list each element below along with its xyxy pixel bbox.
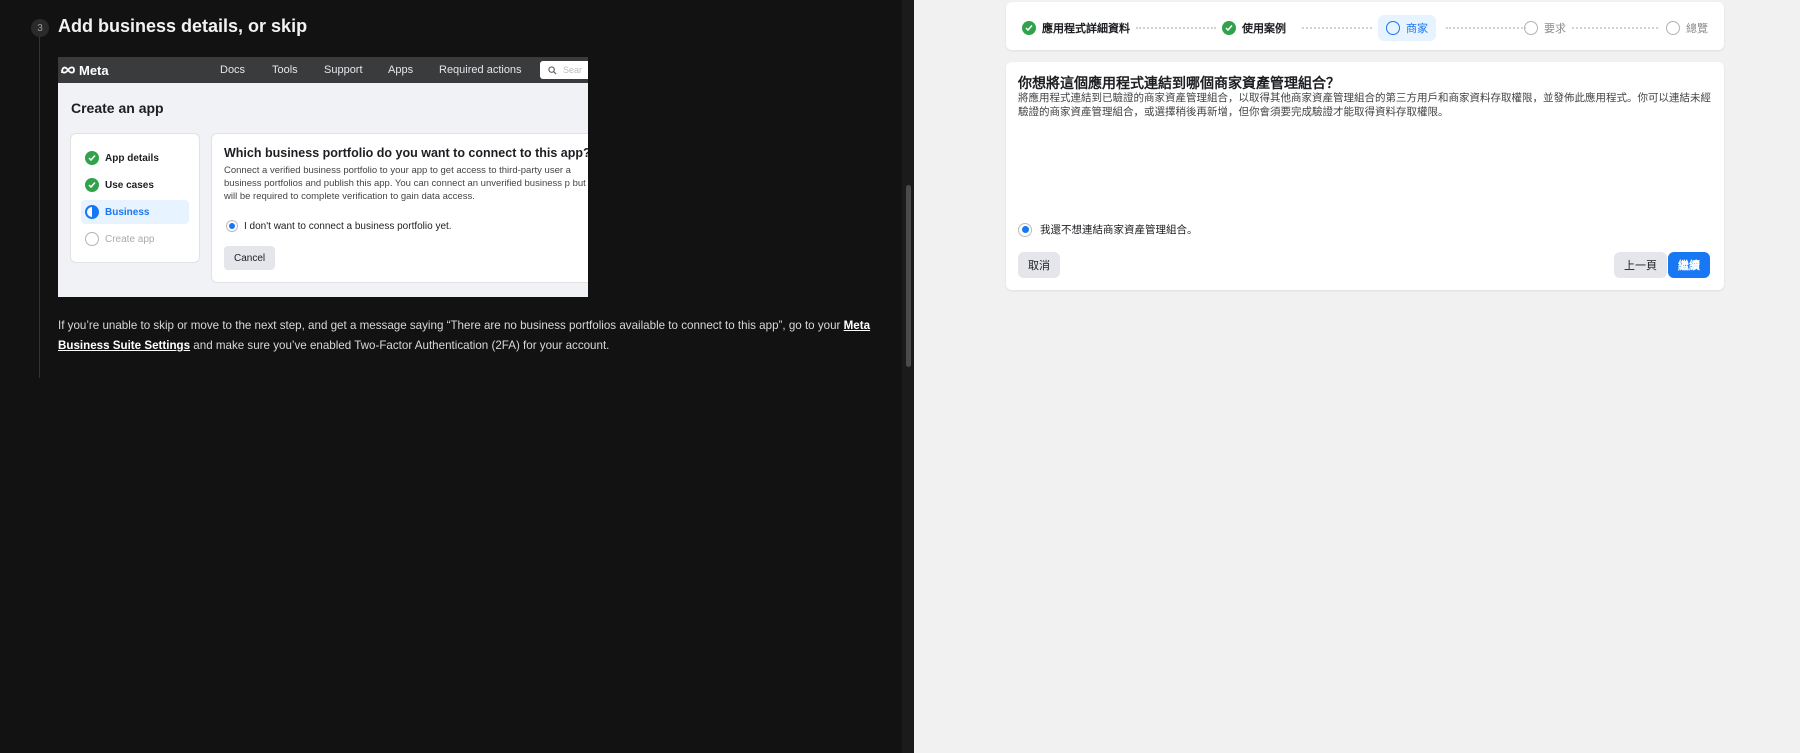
check-circle-icon [85, 178, 99, 192]
step-connector [1446, 27, 1526, 29]
help-text-after: and make sure you’ve enabled Two-Factor … [190, 339, 610, 352]
embedded-card-description: Connect a verified business portfolio to… [224, 165, 586, 202]
search-placeholder: Sear [563, 65, 583, 75]
empty-circle-icon [1666, 21, 1680, 35]
no-portfolio-radio[interactable]: 我還不想連結商家資產管理組合。 [1018, 222, 1198, 237]
back-button[interactable]: 上一頁 [1614, 252, 1667, 278]
docs-pane: 3 Add business details, or skip Meta Doc… [0, 0, 902, 753]
radio-label: I don't want to connect a business portf… [244, 220, 452, 232]
step-title: Add business details, or skip [58, 16, 308, 36]
sidebar-item-label: Use cases [105, 179, 154, 191]
wizard-step-label: 應用程式詳細資料 [1042, 23, 1130, 35]
wizard-step-business[interactable]: 商家 [1378, 15, 1436, 41]
cancel-button[interactable]: 取消 [1018, 252, 1060, 278]
embedded-business-card: Which business portfolio do you want to … [211, 133, 588, 283]
nav-tools[interactable]: Tools [272, 64, 298, 76]
pane-divider[interactable] [902, 0, 914, 753]
radio-selected-icon [226, 220, 238, 232]
meta-infinity-icon [61, 66, 75, 74]
wizard-step-label: 商家 [1406, 23, 1428, 35]
embedded-page-title: Create an app [71, 100, 164, 116]
sidebar-item-business[interactable]: Business [81, 200, 189, 224]
embedded-search-input[interactable]: Sear [540, 61, 588, 79]
nav-apps[interactable]: Apps [388, 64, 413, 76]
check-circle-icon [1022, 21, 1036, 35]
business-portfolio-card: 你想將這個應用程式連結到哪個商家資產管理組合？ 將應用程式連結到已驗證的商家資產… [1006, 62, 1724, 290]
form-description: 將應用程式連結到已驗證的商家資產管理組合，以取得其他商家資產管理組合的第三方用戶… [1018, 92, 1711, 118]
search-icon [548, 65, 557, 75]
nav-support[interactable]: Support [324, 64, 363, 76]
wizard-step-label: 使用案例 [1242, 23, 1286, 35]
help-paragraph: If you’re unable to skip or move to the … [58, 316, 873, 356]
docs-scrollbar-thumb[interactable] [906, 185, 911, 367]
app-creation-pane: 應用程式詳細資料 使用案例 商家 要求 總覽 你想將這個應用程式連結到哪個商家資… [914, 0, 1800, 753]
current-step-circle-icon [1386, 21, 1400, 35]
step-connector-line [39, 36, 40, 378]
nav-docs[interactable]: Docs [220, 64, 245, 76]
check-circle-icon [1222, 21, 1236, 35]
form-title: 你想將這個應用程式連結到哪個商家資產管理組合？ [1018, 75, 1340, 91]
wizard-step-label: 總覽 [1686, 23, 1708, 35]
sidebar-item-create-app[interactable]: Create app [81, 227, 189, 251]
sidebar-item-label: Create app [105, 233, 155, 245]
embedded-navbar: Meta Docs Tools Support Apps Required ac… [58, 57, 588, 83]
embedded-screenshot: Meta Docs Tools Support Apps Required ac… [58, 57, 588, 297]
embedded-no-portfolio-radio[interactable]: I don't want to connect a business portf… [226, 220, 452, 232]
step-connector [1136, 27, 1216, 29]
wizard-step-label: 要求 [1544, 23, 1566, 35]
sidebar-item-label: App details [105, 152, 159, 164]
wizard-step-overview[interactable]: 總覽 [1666, 16, 1708, 40]
embedded-steps-sidebar: App details Use cases Business Create ap… [70, 133, 200, 263]
wizard-progress-bar: 應用程式詳細資料 使用案例 商家 要求 總覽 [1006, 2, 1724, 50]
check-circle-icon [85, 151, 99, 165]
wizard-step-app-details[interactable]: 應用程式詳細資料 [1022, 16, 1130, 40]
embedded-cancel-button[interactable]: Cancel [224, 246, 276, 270]
step-connector [1572, 27, 1658, 29]
empty-circle-icon [85, 232, 99, 246]
half-circle-progress-icon [85, 205, 99, 219]
radio-selected-icon [1018, 222, 1032, 237]
wizard-step-requirements[interactable]: 要求 [1524, 16, 1566, 40]
empty-circle-icon [1524, 21, 1538, 35]
nav-required-actions[interactable]: Required actions [439, 64, 522, 76]
step-number-badge: 3 [31, 19, 49, 37]
embedded-card-title: Which business portfolio do you want to … [224, 146, 588, 160]
step-connector [1302, 27, 1372, 29]
sidebar-item-app-details[interactable]: App details [81, 146, 189, 170]
sidebar-item-use-cases[interactable]: Use cases [81, 173, 189, 197]
sidebar-item-label: Business [105, 206, 150, 218]
meta-logo: Meta [60, 62, 109, 78]
radio-label: 我還不想連結商家資產管理組合。 [1040, 224, 1198, 236]
wizard-step-use-cases[interactable]: 使用案例 [1222, 16, 1286, 40]
continue-button[interactable]: 繼續 [1668, 252, 1710, 278]
meta-logo-text: Meta [79, 62, 109, 78]
help-text-before: If you’re unable to skip or move to the … [58, 319, 844, 332]
